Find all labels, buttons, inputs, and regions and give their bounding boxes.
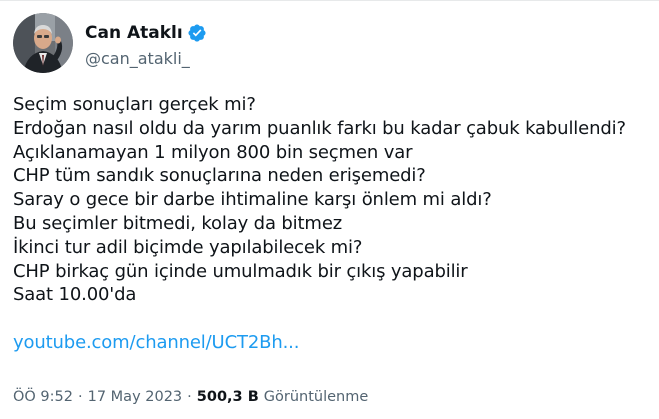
tweet-date[interactable]: 17 May 2023 bbox=[88, 389, 183, 405]
display-name[interactable]: Can Ataklı bbox=[85, 23, 183, 43]
tweet-line: Saray o gece bir darbe ihtimaline karşı … bbox=[13, 189, 492, 211]
tweet-line: Saat 10.00'da bbox=[13, 284, 137, 306]
tweet-time[interactable]: ÖÖ 9:52 bbox=[13, 389, 73, 405]
author-names: Can Ataklı @can_atakli_ bbox=[85, 13, 207, 68]
avatar[interactable] bbox=[13, 13, 73, 73]
tweet-line: CHP tüm sandık sonuçlarına neden erişeme… bbox=[13, 165, 426, 187]
tweet-card: Can Ataklı @can_atakli_ Seçim sonuçları … bbox=[0, 0, 659, 419]
tweet-line: Seçim sonuçları gerçek mi? bbox=[13, 94, 256, 115]
verified-badge-icon bbox=[187, 23, 207, 43]
tweet-meta: ÖÖ 9:52 · 17 May 2023 · 500,3 B Görüntül… bbox=[13, 389, 368, 405]
views-label: Görüntülenme bbox=[263, 389, 369, 405]
tweet-line: Bu seçimler bitmedi, kolay da bitmez bbox=[13, 212, 343, 234]
meta-separator: · bbox=[78, 389, 83, 405]
meta-separator: · bbox=[187, 389, 192, 405]
youtube-link[interactable]: youtube.com/channel/UCT2Bh... bbox=[13, 332, 299, 353]
tweet-line: Erdoğan nasıl oldu da yarım puanlık fark… bbox=[13, 117, 626, 139]
tweet-text: Seçim sonuçları gerçek mi? Erdoğan nasıl… bbox=[13, 93, 653, 355]
avatar-photo-icon bbox=[13, 13, 73, 73]
views-count[interactable]: 500,3 B bbox=[197, 389, 259, 405]
tweet-line: Açıklanamayan 1 milyon 800 bin seçmen va… bbox=[13, 141, 413, 163]
tweet-line: İkinci tur adil biçimde yapılabilecek mi… bbox=[13, 236, 363, 258]
author-handle[interactable]: @can_atakli_ bbox=[85, 49, 207, 68]
tweet-header: Can Ataklı @can_atakli_ bbox=[13, 13, 207, 73]
tweet-line: CHP birkaç gün içinde umulmadık bir çıkı… bbox=[13, 260, 468, 282]
tweet-link-line: youtube.com/channel/UCT2Bh... bbox=[13, 331, 653, 355]
display-name-row: Can Ataklı bbox=[85, 21, 207, 45]
